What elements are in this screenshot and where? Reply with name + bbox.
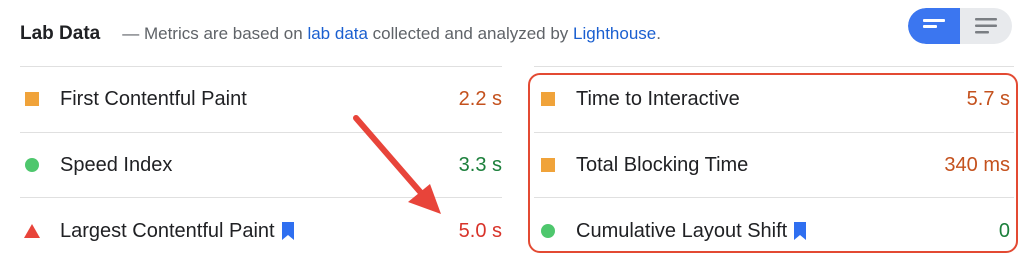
summary-view-icon	[923, 19, 945, 28]
lab-data-link[interactable]: lab data	[307, 24, 368, 43]
detail-view-icon	[975, 18, 997, 34]
bookmark-icon	[281, 222, 295, 240]
highlight-box	[528, 73, 1018, 253]
metric-largest-contentful-paint: Largest Contentful Paint 5.0 s	[24, 198, 502, 264]
lab-data-description: — Metrics are based on lab data collecte…	[122, 24, 661, 44]
metric-speed-index: Speed Index 3.3 s	[24, 132, 502, 198]
metric-name: First Contentful Paint	[60, 87, 247, 110]
good-circle-icon	[24, 157, 40, 173]
metric-value: 5.0 s	[458, 219, 502, 242]
view-toggle[interactable]	[908, 8, 1012, 44]
lab-data-title: Lab Data	[20, 23, 101, 44]
summary-view-button[interactable]	[908, 8, 960, 44]
metric-first-contentful-paint: First Contentful Paint 2.2 s	[24, 66, 502, 132]
desc-prefix: — Metrics are based on	[122, 24, 308, 43]
metric-value: 3.3 s	[458, 153, 502, 176]
lighthouse-link[interactable]: Lighthouse	[573, 24, 656, 43]
lab-data-header: Lab Data — Metrics are based on lab data…	[20, 18, 661, 50]
desc-suffix: .	[656, 24, 661, 43]
metric-name: Speed Index	[60, 153, 173, 176]
detail-view-button[interactable]	[960, 8, 1012, 44]
metric-value: 2.2 s	[458, 87, 502, 110]
desc-middle: collected and analyzed by	[367, 24, 574, 43]
poor-triangle-icon	[24, 223, 40, 239]
metric-name: Largest Contentful Paint	[60, 219, 275, 242]
average-square-icon	[24, 91, 40, 107]
